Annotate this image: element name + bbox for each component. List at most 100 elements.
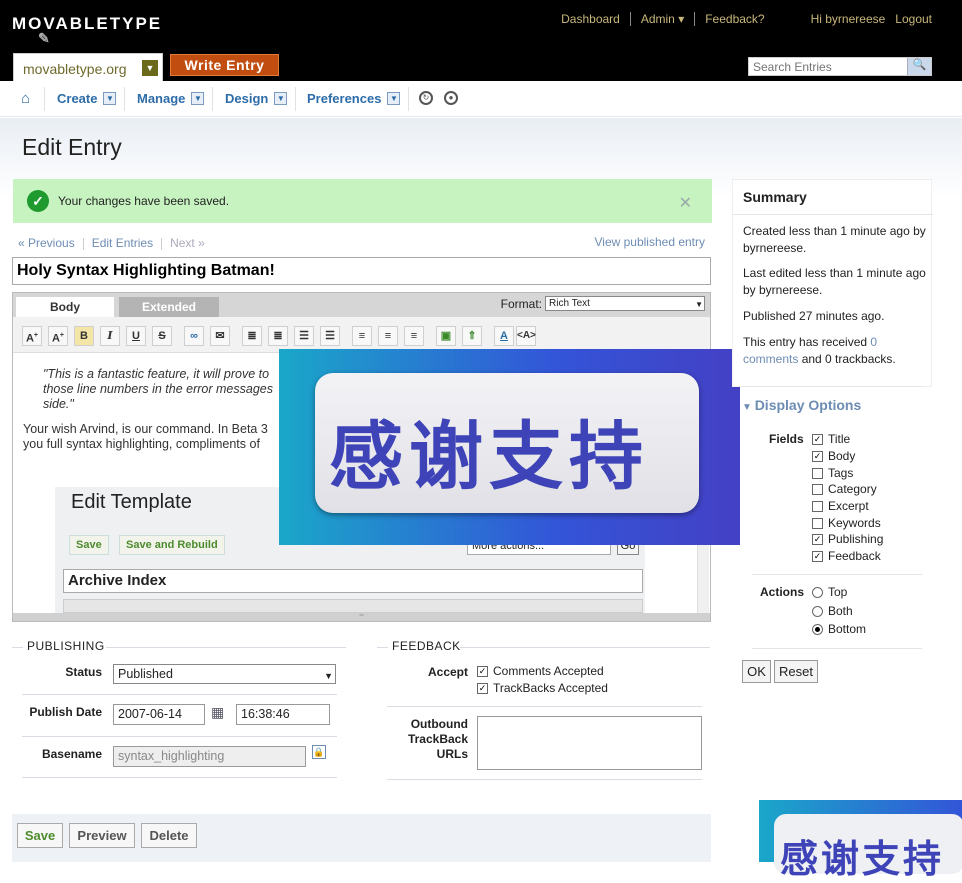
display-options-toggle[interactable]: ▼ Display Options [742,397,861,413]
chevron-down-icon[interactable]: ▼ [142,60,158,76]
editor-content[interactable]: "This is a fantastic feature, it will pr… [23,367,283,452]
lock-icon[interactable]: 🔒 [312,745,326,759]
blog-selector[interactable]: movabletype.org ▼ [13,53,163,81]
outdent-icon[interactable]: ≣ [268,326,288,346]
admin-menu[interactable]: Admin ▾ [631,12,696,26]
action-radio-top[interactable]: Top [812,585,847,599]
divider [106,647,346,648]
field-checkbox-body[interactable]: ✓ Body [812,449,855,463]
editor-resize-handle[interactable]: ═ [13,613,710,621]
field-checkbox-title[interactable]: ✓ Title [812,432,850,446]
success-message: ✓ Your changes have been saved. ✕ [13,179,712,223]
search-icon[interactable]: 🔍 [907,58,931,75]
chevron-down-icon: ▼ [324,671,333,681]
field-checkbox-publishing[interactable]: ✓ Publishing [812,532,883,546]
font-size-decrease-icon[interactable]: A+ [22,326,42,346]
outbound-trackback-label: Outbound TrackBack URLs [407,717,468,761]
accept-comments-checkbox[interactable]: ✓ Comments Accepted [477,664,604,678]
align-center-icon[interactable]: ≡ [378,326,398,346]
basename-field[interactable]: syntax_highlighting [113,746,306,767]
logo-swoosh-icon: ✎ [38,30,52,46]
divider [12,647,23,648]
font-size-increase-icon[interactable]: A+ [48,326,68,346]
template-save-button: Save [69,535,109,555]
format-label: Format: [500,296,542,311]
status-select[interactable]: Published ▼ [113,664,336,684]
logo[interactable]: MOVABLETYPE ✎ [12,14,162,46]
fields-label: Fields [769,432,804,446]
field-checkbox-feedback[interactable]: ✓ Feedback [812,549,881,563]
entry-title-field[interactable]: Holy Syntax Highlighting Batman! [12,257,711,285]
summary-edited: Last edited less than 1 minute ago by by… [743,266,926,297]
chevron-down-icon[interactable]: ▼ [103,92,117,105]
template-title: Edit Template [71,491,192,513]
field-checkbox-tags[interactable]: Tags [812,466,853,480]
dashboard-link[interactable]: Dashboard [551,12,631,26]
email-icon[interactable]: ✉ [210,326,230,346]
edit-entries-link[interactable]: Edit Entries [92,236,153,250]
search-input[interactable] [749,58,907,75]
main-nav: ⌂ Create ▼ Manage ▼ Design ▼ Preferences ▼ [0,81,962,117]
nav-manage[interactable]: Manage ▼ [137,91,205,106]
publishing-heading: PUBLISHING [27,639,105,653]
chevron-down-icon[interactable]: ▼ [191,92,205,105]
bulleted-list-icon[interactable]: ☰ [294,326,314,346]
outbound-trackback-field[interactable] [477,716,702,770]
chevron-down-icon[interactable]: ▼ [387,92,401,105]
publish-date-field[interactable]: 2007-06-14 [113,704,205,725]
feedback-link[interactable]: Feedback? [695,12,800,26]
thanks-banner-text: 感谢支持 [329,414,649,500]
save-button[interactable]: Save [17,823,63,848]
action-radio-bottom[interactable]: Bottom [812,622,866,636]
insert-file-icon[interactable]: ⇑ [462,326,482,346]
accept-trackbacks-checkbox[interactable]: ✓ TrackBacks Accepted [477,681,608,695]
preview-button[interactable]: Preview [69,823,135,848]
bold-icon[interactable]: B [74,326,94,346]
numbered-list-icon[interactable]: ☰ [320,326,340,346]
strikethrough-icon[interactable]: S [152,326,172,346]
field-checkbox-category[interactable]: Category [812,482,877,496]
template-name-field: Archive Index [63,569,643,593]
italic-icon[interactable]: I [100,326,120,346]
divider [387,779,702,780]
field-checkbox-excerpt[interactable]: Excerpt [812,499,869,513]
view-published-link[interactable]: View published entry [594,235,705,249]
view-site-icon[interactable]: ● [444,91,458,105]
publish-time-field[interactable]: 16:38:46 [236,704,330,725]
home-icon[interactable]: ⌂ [21,90,30,107]
align-left-icon[interactable]: ≡ [352,326,372,346]
editor-scrollbar[interactable] [697,537,709,613]
underline-icon[interactable]: U [126,326,146,346]
thanks-banner-badge: 感谢支持 [315,373,699,513]
link-icon[interactable]: ∞ [184,326,204,346]
previous-link[interactable]: « Previous [18,236,75,250]
action-radio-both[interactable]: Both [812,604,853,618]
chevron-down-icon[interactable]: ▼ [274,92,288,105]
nav-design[interactable]: Design ▼ [225,91,288,106]
refresh-icon[interactable]: ↻ [419,91,433,105]
accept-label: Accept [427,665,468,679]
calendar-icon[interactable]: ▦ [211,704,224,721]
text-color-icon[interactable]: A [494,326,514,346]
html-mode-icon[interactable]: <A> [516,326,536,346]
insert-image-icon[interactable]: ▣ [436,326,456,346]
ok-button[interactable]: OK [742,660,771,683]
tab-body[interactable]: Body [16,297,114,317]
indent-icon[interactable]: ≣ [242,326,262,346]
nav-preferences[interactable]: Preferences ▼ [307,91,401,106]
format-select[interactable]: Rich Text ▼ [545,296,705,311]
reset-button[interactable]: Reset [774,660,818,683]
user-greeting[interactable]: Hi byrnereese [801,12,886,26]
align-right-icon[interactable]: ≡ [404,326,424,346]
logout-link[interactable]: Logout [885,12,932,26]
divider [22,777,337,778]
close-icon[interactable]: ✕ [679,193,692,213]
nav-divider [44,87,45,111]
delete-button[interactable]: Delete [141,823,197,848]
divider [377,647,388,648]
status-label: Status [65,665,102,679]
tab-extended[interactable]: Extended [119,297,219,317]
write-entry-button[interactable]: Write Entry [170,54,279,76]
field-checkbox-keywords[interactable]: Keywords [812,516,881,530]
nav-create[interactable]: Create ▼ [57,91,117,106]
